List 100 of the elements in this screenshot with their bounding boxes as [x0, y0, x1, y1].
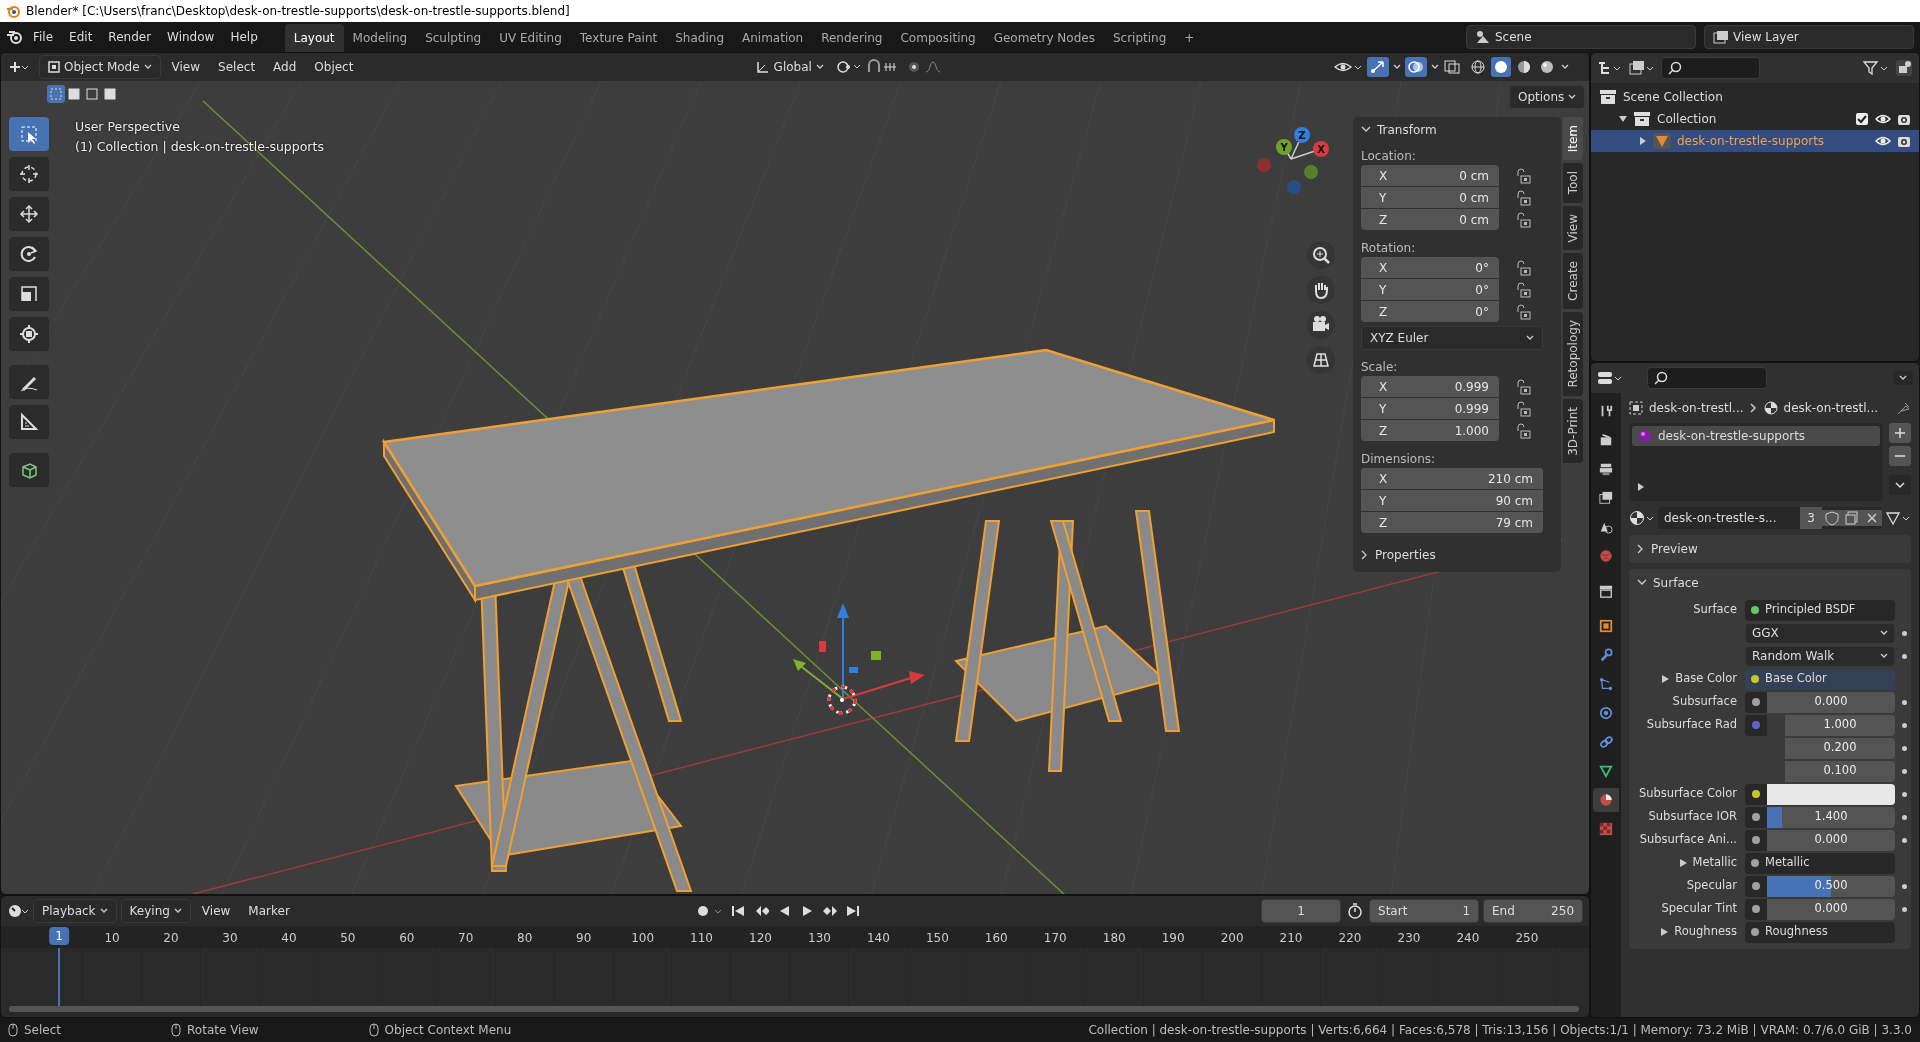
keyframe-dot[interactable] [1901, 630, 1907, 636]
properties-tab[interactable] [1593, 788, 1619, 812]
view-control-button[interactable] [1307, 241, 1335, 269]
slot-button[interactable] [1889, 446, 1911, 466]
keyframe-dot[interactable] [1901, 768, 1907, 774]
number-field[interactable]: 1.000 [1785, 714, 1895, 736]
timer-toggle[interactable] [1345, 901, 1365, 921]
tool-button[interactable] [9, 197, 49, 231]
shading-button[interactable] [1491, 57, 1511, 77]
number-field[interactable]: X 210 cm [1361, 468, 1543, 489]
keyframe-dot[interactable] [1901, 653, 1907, 659]
sidebar-tab[interactable]: Create [1563, 253, 1583, 309]
workspace-tab[interactable]: Shading [666, 24, 733, 52]
outliner-row[interactable]: Collection [1591, 108, 1919, 130]
slot-button[interactable] [1889, 423, 1911, 443]
tool-button[interactable] [9, 405, 49, 439]
sidebar-tab[interactable]: Item [1563, 117, 1583, 161]
add-workspace-button[interactable]: + [1175, 24, 1204, 52]
slider-field[interactable]: 1.400 [1767, 806, 1895, 828]
number-field[interactable]: 0.200 [1785, 737, 1895, 759]
slider-field[interactable]: 0.500 [1767, 875, 1895, 897]
number-field[interactable]: X 0.999 [1361, 376, 1499, 397]
enum-dropdown[interactable]: GGX [1745, 622, 1895, 644]
menu-item[interactable]: Render [101, 25, 159, 49]
linked-input-field[interactable]: Metallic [1745, 852, 1895, 874]
workspace-tab[interactable]: Scripting [1103, 24, 1176, 52]
workspace-tab[interactable]: Geometry Nodes [984, 24, 1104, 52]
slot-button[interactable] [1889, 475, 1911, 495]
tool-button[interactable] [9, 117, 49, 151]
menu-item[interactable]: Marker [241, 899, 297, 923]
linked-input-field[interactable]: Principled BSDF [1745, 599, 1895, 621]
start-frame-field[interactable]: Start 1 [1369, 899, 1479, 923]
end-frame-field[interactable]: End 250 [1483, 899, 1583, 923]
keyframe-dot[interactable] [1901, 814, 1907, 820]
view-control-button[interactable] [1307, 311, 1335, 339]
number-field[interactable]: Z 0° [1361, 301, 1499, 322]
slider-field[interactable]: 0.000 [1767, 898, 1895, 920]
sidebar-tab[interactable]: Retopology [1563, 312, 1583, 396]
menu-item[interactable]: View [194, 899, 238, 923]
keyframe-dot[interactable] [1901, 699, 1907, 705]
menu-item[interactable]: Help [223, 25, 265, 49]
tool-button[interactable] [9, 365, 49, 399]
tool-button[interactable] [9, 453, 49, 487]
scene-selector[interactable]: Scene [1466, 25, 1696, 49]
number-field[interactable]: Y 0 cm [1361, 187, 1499, 208]
workspace-tab[interactable]: Modeling [343, 24, 417, 52]
mode-dropdown[interactable]: Object Mode [39, 55, 161, 79]
keyframe-dot[interactable] [1901, 745, 1907, 751]
options-dropdown-button[interactable] [1893, 371, 1913, 385]
selection-mode-button[interactable] [65, 85, 83, 103]
number-field[interactable]: 0.100 [1785, 760, 1895, 782]
menu-item[interactable]: Edit [62, 25, 100, 49]
search-field[interactable] [1661, 57, 1760, 79]
menu-item[interactable]: Add [266, 55, 304, 79]
linked-input-field[interactable]: Roughness [1745, 921, 1895, 943]
number-field[interactable]: Y 0.999 [1361, 398, 1499, 419]
outliner-row[interactable]: desk-on-trestle-supports [1591, 130, 1919, 152]
workspace-tab[interactable]: UV Editing [490, 24, 571, 52]
breadcrumb-item[interactable]: desk-on-trestl... [1783, 399, 1879, 417]
outliner-row[interactable]: Scene Collection [1591, 86, 1919, 108]
tool-button[interactable] [9, 277, 49, 311]
selection-mode-button[interactable] [83, 85, 101, 103]
tool-button[interactable] [9, 317, 49, 351]
sidebar-tab[interactable]: 3D-Print [1563, 398, 1583, 464]
menu-item[interactable]: File [26, 25, 61, 49]
workspace-tab[interactable]: Layout [284, 24, 344, 52]
material-slot[interactable]: desk-on-trestle-supports [1632, 426, 1880, 446]
number-field[interactable]: Y 0° [1361, 279, 1499, 300]
menu-item[interactable]: Object [307, 55, 361, 79]
panel-header[interactable]: Preview [1629, 535, 1911, 563]
breadcrumb-item[interactable]: desk-on-trestl... [1649, 399, 1744, 417]
keyframe-dot[interactable] [1901, 906, 1907, 912]
view-control-button[interactable] [1307, 346, 1335, 374]
current-frame-field[interactable]: 1 [1261, 899, 1341, 923]
search-field[interactable] [1647, 367, 1767, 389]
menu-item[interactable]: Select [211, 55, 263, 79]
material-name-field[interactable]: desk-on-trestle-s... 3 [1658, 507, 1882, 529]
workspace-tab[interactable]: Compositing [891, 24, 985, 52]
menu-item[interactable]: Keying [120, 899, 191, 923]
overlay-toggle[interactable] [1405, 57, 1427, 77]
keyframe-dot[interactable] [1901, 722, 1907, 728]
enum-dropdown[interactable]: Random Walk [1745, 645, 1895, 667]
scrollbar[interactable] [9, 1006, 1579, 1012]
keyframe-dot[interactable] [1901, 791, 1907, 797]
color-swatch[interactable] [1767, 783, 1895, 805]
number-field[interactable]: X 0 cm [1361, 165, 1499, 186]
workspace-tab[interactable]: Rendering [812, 24, 892, 52]
menu-item[interactable]: Window [160, 25, 222, 49]
options-dropdown[interactable]: Options [1509, 85, 1586, 109]
menu-item[interactable]: Playback [33, 899, 117, 923]
sidebar-tab[interactable]: Tool [1563, 163, 1583, 203]
shading-button[interactable] [1468, 57, 1488, 77]
keyframe-dot[interactable] [1901, 883, 1907, 889]
gizmo-toggle[interactable] [1367, 57, 1389, 77]
tool-button[interactable] [9, 237, 49, 271]
keyframe-dot[interactable] [1901, 837, 1907, 843]
menu-item[interactable]: View [164, 55, 208, 79]
tool-button[interactable] [9, 157, 49, 191]
workspace-tab[interactable]: Animation [733, 24, 813, 52]
sidebar-tab[interactable]: View [1563, 205, 1583, 251]
